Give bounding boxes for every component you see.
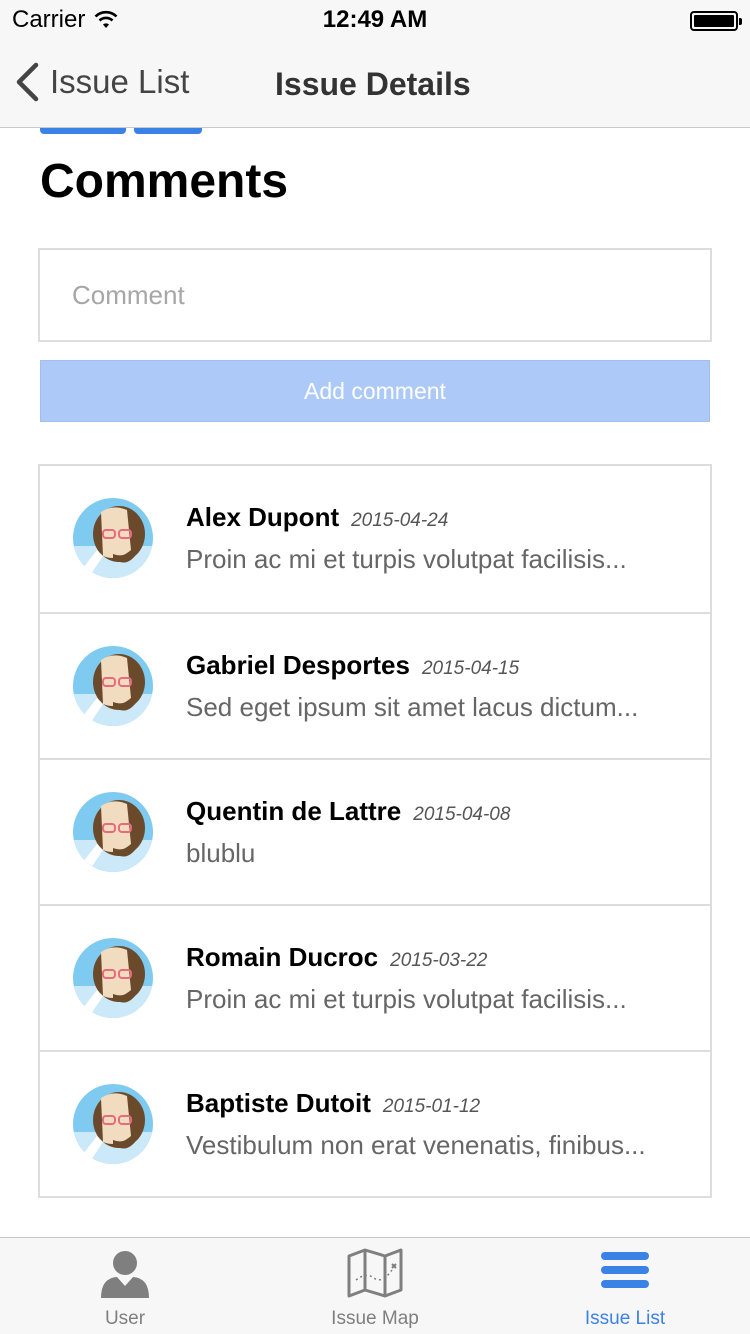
navigation-bar: Issue List Issue Details bbox=[0, 40, 750, 128]
comment-author: Romain Ducroc bbox=[186, 942, 379, 972]
avatar bbox=[73, 498, 153, 578]
comment-author: Baptiste Dutoit bbox=[186, 1088, 371, 1118]
tab-issue-map[interactable]: Issue Map bbox=[250, 1238, 500, 1334]
avatar bbox=[73, 646, 153, 726]
comment-date: 2015-04-08 bbox=[413, 804, 511, 825]
comment-text: Proin ac mi et turpis volutpat facilisis… bbox=[186, 984, 627, 1014]
user-avatar-illustration bbox=[73, 792, 153, 872]
comment-text: blublu bbox=[186, 838, 256, 868]
back-button-label: Issue List bbox=[50, 63, 190, 100]
user-avatar-illustration bbox=[73, 938, 153, 1018]
comment-author: Gabriel Desportes bbox=[186, 650, 410, 680]
comment-item[interactable]: Quentin de Lattre 2015-04-08 blublu bbox=[40, 758, 710, 904]
tab-user[interactable]: User bbox=[0, 1238, 250, 1334]
comment-item[interactable]: Gabriel Desportes 2015-04-15 Sed eget ip… bbox=[40, 612, 710, 758]
comment-text: Proin ac mi et turpis volutpat facilisis… bbox=[186, 544, 627, 574]
user-avatar-illustration bbox=[73, 498, 153, 578]
avatar bbox=[73, 1084, 153, 1164]
comment-date: 2015-04-15 bbox=[421, 658, 520, 679]
status-bar: Carrier 12:49 AM bbox=[0, 0, 750, 40]
add-comment-button[interactable]: Add comment bbox=[40, 360, 710, 422]
comment-list: Alex Dupont 2015-04-24 Proin ac mi et tu… bbox=[38, 464, 712, 1198]
tab-issue-map-label: Issue Map bbox=[331, 1308, 419, 1329]
battery-icon bbox=[690, 11, 742, 31]
chevron-left-icon bbox=[16, 62, 39, 102]
tab-bar: User Issue Map Issue List bbox=[0, 1237, 750, 1334]
map-icon bbox=[347, 1248, 403, 1298]
comment-item[interactable]: Baptiste Dutoit 2015-01-12 Vestibulum no… bbox=[40, 1050, 710, 1196]
comments-heading: Comments bbox=[40, 155, 289, 208]
comment-author: Alex Dupont bbox=[186, 502, 340, 532]
avatar bbox=[73, 792, 153, 872]
page-title: Issue Details bbox=[275, 66, 471, 102]
comment-text: Sed eget ipsum sit amet lacus dictum... bbox=[186, 692, 639, 722]
clock: 12:49 AM bbox=[322, 6, 428, 33]
comment-header: Gabriel Desportes 2015-04-15 bbox=[186, 650, 519, 681]
user-icon bbox=[101, 1251, 149, 1298]
user-avatar-illustration bbox=[73, 646, 153, 726]
comment-date: 2015-03-22 bbox=[390, 950, 488, 971]
comment-header: Alex Dupont 2015-04-24 bbox=[186, 502, 448, 533]
comment-item[interactable]: Romain Ducroc 2015-03-22 Proin ac mi et … bbox=[40, 904, 710, 1050]
comment-date: 2015-01-12 bbox=[382, 1096, 481, 1117]
comment-header: Baptiste Dutoit 2015-01-12 bbox=[186, 1088, 480, 1119]
comment-text: Vestibulum non erat venenatis, finibus..… bbox=[186, 1130, 646, 1160]
comment-header: Quentin de Lattre 2015-04-08 bbox=[186, 796, 510, 827]
list-icon bbox=[601, 1252, 649, 1288]
tab-user-label: User bbox=[104, 1308, 146, 1329]
avatar bbox=[73, 938, 153, 1018]
comment-author: Quentin de Lattre bbox=[186, 796, 402, 826]
tag-stub[interactable] bbox=[40, 128, 126, 134]
comment-item[interactable]: Alex Dupont 2015-04-24 Proin ac mi et tu… bbox=[40, 466, 710, 612]
tab-issue-list-label: Issue List bbox=[584, 1308, 666, 1329]
comment-input[interactable] bbox=[38, 248, 712, 342]
comment-date: 2015-04-24 bbox=[351, 510, 449, 531]
back-button[interactable]: Issue List bbox=[14, 62, 189, 102]
tag-stub[interactable] bbox=[134, 128, 202, 134]
tab-issue-list[interactable]: Issue List bbox=[500, 1238, 750, 1334]
comment-header: Romain Ducroc 2015-03-22 bbox=[186, 942, 487, 973]
user-avatar-illustration bbox=[73, 1084, 153, 1164]
